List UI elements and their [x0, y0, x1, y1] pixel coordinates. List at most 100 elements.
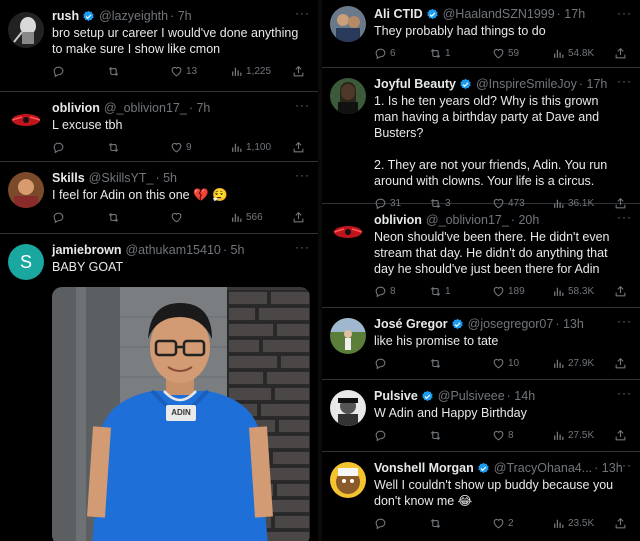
reply-button[interactable]	[374, 429, 390, 442]
retweet-button[interactable]: 1	[429, 285, 451, 298]
timestamp[interactable]: · 13h	[555, 316, 584, 332]
reply-button[interactable]	[52, 211, 68, 224]
avatar[interactable]	[330, 6, 366, 42]
author-name[interactable]: rush	[52, 8, 79, 24]
timestamp[interactable]: · 7h	[189, 100, 211, 116]
author-handle[interactable]: @_oblivion17_	[104, 100, 187, 116]
like-button[interactable]	[170, 211, 186, 224]
tweet-pulsive[interactable]: Pulsive @Pulsiveee · 14h ··· W Adin and …	[322, 380, 640, 452]
like-button[interactable]: 189	[492, 285, 525, 298]
like-button[interactable]: 59	[492, 47, 519, 60]
more-options-icon[interactable]: ···	[295, 6, 310, 20]
author-handle[interactable]: @SkillsYT_	[89, 170, 154, 186]
avatar[interactable]	[330, 214, 366, 250]
tweet-oblivion[interactable]: oblivion @_oblivion17_ · 7h ··· L excuse…	[0, 92, 318, 162]
share-button[interactable]	[292, 65, 305, 78]
like-button[interactable]: 10	[492, 357, 519, 370]
tweet-rush[interactable]: rush @lazyeighth · 7h ··· bro setup ur c…	[0, 0, 318, 92]
share-button[interactable]	[292, 141, 305, 154]
views-button[interactable]: 58.3K	[552, 285, 594, 298]
author-name[interactable]: Vonshell Morgan	[374, 460, 474, 476]
tweet-vonshell-morgan[interactable]: Vonshell Morgan @TracyOhana4... · 13h ··…	[322, 452, 640, 541]
tweet-joyful-beauty[interactable]: Joyful Beauty @InspireSmileJoy · 17h ···…	[322, 68, 640, 204]
author-handle[interactable]: @athukam15410	[125, 242, 220, 258]
more-options-icon[interactable]: ···	[617, 458, 632, 472]
like-button[interactable]: 13	[170, 65, 197, 78]
avatar[interactable]	[330, 318, 366, 354]
author-handle[interactable]: @HaalandSZN1999	[443, 6, 555, 22]
author-name[interactable]: Pulsive	[374, 388, 418, 404]
avatar[interactable]	[330, 78, 366, 114]
retweet-button[interactable]	[429, 517, 445, 530]
timestamp[interactable]: · 5h	[155, 170, 177, 186]
reply-button[interactable]	[52, 65, 68, 78]
like-button[interactable]: 2	[492, 517, 514, 530]
author-handle[interactable]: @TracyOhana4...	[494, 460, 592, 476]
avatar[interactable]	[8, 102, 44, 138]
more-options-icon[interactable]: ···	[295, 240, 310, 254]
retweet-button[interactable]: 1	[429, 47, 451, 60]
share-button[interactable]	[614, 429, 627, 442]
author-handle[interactable]: @Pulsiveee	[438, 388, 505, 404]
timestamp[interactable]: · 20h	[511, 212, 540, 228]
share-button[interactable]	[614, 357, 627, 370]
more-options-icon[interactable]: ···	[617, 386, 632, 400]
timestamp[interactable]: · 14h	[507, 388, 536, 404]
views-button[interactable]: 27.5K	[552, 429, 594, 442]
share-button[interactable]	[614, 285, 627, 298]
author-handle[interactable]: @josegregor07	[468, 316, 554, 332]
views-button[interactable]: 566	[230, 211, 263, 224]
avatar[interactable]	[8, 12, 44, 48]
author-name[interactable]: oblivion	[52, 100, 100, 116]
like-button[interactable]: 9	[170, 141, 192, 154]
timestamp[interactable]: · 7h	[170, 8, 192, 24]
share-button[interactable]	[614, 517, 627, 530]
more-options-icon[interactable]: ···	[295, 98, 310, 112]
more-options-icon[interactable]: ···	[617, 210, 632, 224]
avatar[interactable]	[330, 390, 366, 426]
more-options-icon[interactable]: ···	[295, 168, 310, 182]
author-name[interactable]: jamiebrown	[52, 242, 121, 258]
avatar[interactable]	[8, 172, 44, 208]
reply-button[interactable]	[374, 357, 390, 370]
share-button[interactable]	[614, 47, 627, 60]
timestamp[interactable]: · 17h	[557, 6, 586, 22]
retweet-button[interactable]	[107, 65, 123, 78]
more-options-icon[interactable]: ···	[617, 314, 632, 328]
tweet-oblivion-2[interactable]: oblivion @_oblivion17_ · 20h ··· Neon sh…	[322, 204, 640, 308]
retweet-button[interactable]	[429, 429, 445, 442]
reply-button[interactable]: 6	[374, 47, 396, 60]
share-button[interactable]	[292, 211, 305, 224]
author-handle[interactable]: @InspireSmileJoy	[476, 76, 577, 92]
tweet-skills[interactable]: Skills @SkillsYT_ · 5h ··· I feel for Ad…	[0, 162, 318, 234]
author-name[interactable]: Joyful Beauty	[374, 76, 456, 92]
tweet-jamiebrown[interactable]: S jamiebrown @athukam15410 · 5h ··· BABY…	[0, 234, 318, 541]
author-handle[interactable]: @lazyeighth	[99, 8, 168, 24]
author-name[interactable]: Skills	[52, 170, 85, 186]
author-name[interactable]: José Gregor	[374, 316, 448, 332]
views-button[interactable]: 54.8K	[552, 47, 594, 60]
author-name[interactable]: oblivion	[374, 212, 422, 228]
tweet-jose-gregor[interactable]: José Gregor @josegregor07 · 13h ··· like…	[322, 308, 640, 380]
avatar[interactable]	[330, 462, 366, 498]
views-button[interactable]: 23.5K	[552, 517, 594, 530]
tweet-photo[interactable]: ADIN	[52, 287, 310, 541]
more-options-icon[interactable]: ···	[617, 74, 632, 88]
tweet-ali-ctid[interactable]: Ali CTID @HaalandSZN1999 · 17h ··· They …	[322, 0, 640, 68]
views-button[interactable]: 27.9K	[552, 357, 594, 370]
author-name[interactable]: Ali CTID	[374, 6, 423, 22]
reply-button[interactable]: 8	[374, 285, 396, 298]
more-options-icon[interactable]: ···	[617, 6, 632, 20]
author-handle[interactable]: @_oblivion17_	[426, 212, 509, 228]
retweet-button[interactable]	[107, 211, 123, 224]
reply-button[interactable]	[374, 517, 390, 530]
views-button[interactable]: 1,100	[230, 141, 271, 154]
retweet-button[interactable]	[429, 357, 445, 370]
like-button[interactable]: 8	[492, 429, 514, 442]
retweet-button[interactable]	[107, 141, 123, 154]
timestamp[interactable]: · 5h	[223, 242, 245, 258]
reply-button[interactable]	[52, 141, 68, 154]
avatar[interactable]: S	[8, 244, 44, 280]
views-button[interactable]: 1,225	[230, 65, 271, 78]
timestamp[interactable]: · 17h	[579, 76, 608, 92]
